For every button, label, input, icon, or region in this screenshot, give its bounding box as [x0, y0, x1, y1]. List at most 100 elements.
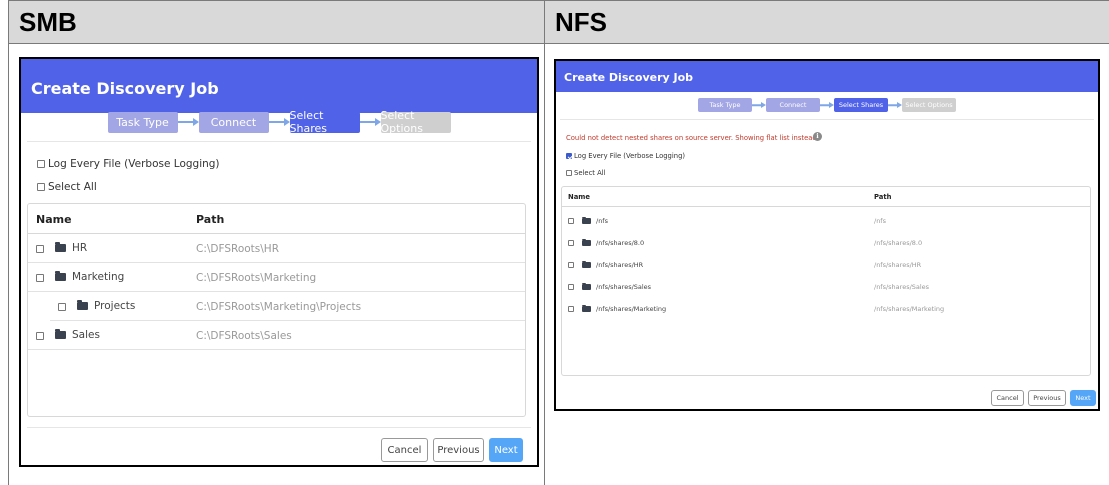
- nested-shares-error-message: Could not detect nested shares on source…: [566, 134, 819, 142]
- smb-header-label: SMB: [19, 7, 77, 37]
- nfs-header-label: NFS: [555, 7, 607, 37]
- share-path: /nfs/shares/Marketing: [874, 305, 945, 313]
- folder-icon: [582, 238, 591, 246]
- verbose-logging-option[interactable]: Log Every File (Verbose Logging): [37, 158, 220, 170]
- wizard-steps: Task Type Connect Select Shares Select O…: [556, 98, 1098, 112]
- dialog-title: Create Discovery Job: [556, 61, 1098, 92]
- shares-table: Name Path /nfs /nfs /nfs/shares/8.0 /nfs…: [561, 186, 1091, 376]
- next-button[interactable]: Next: [1070, 390, 1096, 406]
- share-name: /nfs/shares/8.0: [596, 239, 645, 247]
- smb-create-discovery-job-dialog: Create Discovery Job Task Type Connect S…: [19, 57, 539, 467]
- cancel-button[interactable]: Cancel: [381, 438, 428, 462]
- column-header-path: Path: [196, 213, 225, 226]
- step-task-type[interactable]: Task Type: [698, 98, 752, 112]
- smb-column: SMB Create Discovery Job Task Type Conne…: [8, 0, 544, 485]
- smb-column-header: SMB: [9, 0, 544, 44]
- previous-button[interactable]: Previous: [433, 438, 484, 462]
- folder-icon: [582, 304, 591, 312]
- step-connect[interactable]: Connect: [766, 98, 820, 112]
- share-name: /nfs: [596, 217, 608, 225]
- divider: [27, 427, 531, 428]
- row-checkbox[interactable]: [568, 284, 574, 290]
- divider: [560, 119, 1094, 120]
- table-header: Name Path: [562, 187, 1090, 207]
- share-name: /nfs/shares/HR: [596, 261, 644, 269]
- folder-icon: [582, 260, 591, 268]
- arrow-right-icon: [268, 112, 290, 133]
- share-path: /nfs/shares/HR: [874, 261, 922, 269]
- step-connect[interactable]: Connect: [198, 111, 269, 133]
- share-name: HR: [72, 242, 88, 254]
- select-all-option[interactable]: Select All: [37, 181, 97, 193]
- folder-icon: [582, 216, 591, 224]
- nfs-create-discovery-job-dialog: Create Discovery Job Task Type Connect S…: [554, 59, 1100, 411]
- step-select-options: Select Options: [902, 98, 956, 112]
- select-all-checkbox[interactable]: [566, 170, 572, 176]
- nfs-column-header: NFS: [545, 0, 1109, 44]
- column-header-name: Name: [36, 213, 72, 226]
- verbose-logging-checkbox[interactable]: [37, 160, 45, 168]
- arrow-right-icon: [820, 98, 834, 112]
- folder-icon: [582, 282, 591, 290]
- select-all-label: Select All: [574, 169, 606, 177]
- row-checkbox[interactable]: [568, 218, 574, 224]
- row-checkbox[interactable]: [568, 306, 574, 312]
- folder-icon: [55, 329, 66, 339]
- folder-icon: [77, 300, 88, 310]
- share-name: Sales: [72, 329, 100, 341]
- row-checkbox[interactable]: [568, 240, 574, 246]
- table-header: Name Path: [28, 204, 525, 234]
- column-header-path: Path: [874, 193, 892, 201]
- verbose-logging-option[interactable]: Log Every File (Verbose Logging): [566, 152, 685, 160]
- row-checkbox[interactable]: [36, 332, 44, 340]
- share-path: C:\DFSRoots\HR: [196, 243, 280, 255]
- info-icon[interactable]: i: [813, 132, 822, 141]
- table-row[interactable]: /nfs /nfs: [562, 210, 1090, 232]
- previous-button[interactable]: Previous: [1028, 390, 1066, 406]
- share-path: C:\DFSRoots\Marketing: [196, 272, 317, 284]
- table-row[interactable]: Marketing C:\DFSRoots\Marketing: [28, 263, 525, 292]
- select-all-option[interactable]: Select All: [566, 169, 606, 177]
- share-path: C:\DFSRoots\Sales: [196, 330, 292, 342]
- nfs-column: NFS Create Discovery Job Task Type Conne…: [544, 0, 1109, 485]
- share-path: /nfs/shares/Sales: [874, 283, 930, 291]
- arrow-right-icon: [177, 112, 199, 133]
- table-row[interactable]: /nfs/shares/HR /nfs/shares/HR: [562, 254, 1090, 276]
- arrow-right-icon: [359, 112, 381, 133]
- share-name: /nfs/shares/Marketing: [596, 305, 667, 313]
- row-checkbox[interactable]: [36, 245, 44, 253]
- dialog-title: Create Discovery Job: [21, 59, 537, 113]
- table-row[interactable]: /nfs/shares/Sales /nfs/shares/Sales: [562, 276, 1090, 298]
- wizard-steps: Task Type Connect Select Shares Select O…: [21, 109, 537, 135]
- row-checkbox[interactable]: [58, 303, 66, 311]
- table-row[interactable]: HR C:\DFSRoots\HR: [28, 234, 525, 263]
- step-select-shares[interactable]: Select Shares: [834, 98, 888, 112]
- step-task-type[interactable]: Task Type: [107, 111, 178, 133]
- table-row[interactable]: /nfs/shares/Marketing /nfs/shares/Market…: [562, 298, 1090, 320]
- table-row[interactable]: /nfs/shares/8.0 /nfs/shares/8.0: [562, 232, 1090, 254]
- column-header-name: Name: [568, 193, 590, 201]
- select-all-label: Select All: [48, 181, 97, 193]
- share-name: Marketing: [72, 271, 125, 283]
- step-select-shares[interactable]: Select Shares: [289, 109, 360, 135]
- step-select-options: Select Options: [380, 109, 451, 135]
- next-button[interactable]: Next: [489, 438, 523, 462]
- comparison-grid: SMB Create Discovery Job Task Type Conne…: [0, 0, 1109, 485]
- select-all-checkbox[interactable]: [37, 183, 45, 191]
- cancel-button[interactable]: Cancel: [991, 390, 1024, 406]
- arrow-right-icon: [752, 98, 766, 112]
- verbose-logging-checkbox[interactable]: [566, 153, 572, 159]
- folder-icon: [55, 242, 66, 252]
- verbose-logging-label: Log Every File (Verbose Logging): [574, 152, 686, 160]
- table-row[interactable]: Projects C:\DFSRoots\Marketing\Projects: [50, 292, 525, 321]
- folder-icon: [55, 271, 66, 281]
- arrow-right-icon: [888, 98, 902, 112]
- verbose-logging-label: Log Every File (Verbose Logging): [48, 158, 220, 170]
- divider: [27, 141, 531, 142]
- table-row[interactable]: Sales C:\DFSRoots\Sales: [28, 321, 525, 350]
- share-name: Projects: [94, 300, 136, 312]
- share-name: /nfs/shares/Sales: [596, 283, 652, 291]
- row-checkbox[interactable]: [568, 262, 574, 268]
- row-checkbox[interactable]: [36, 274, 44, 282]
- share-path: /nfs: [874, 217, 886, 225]
